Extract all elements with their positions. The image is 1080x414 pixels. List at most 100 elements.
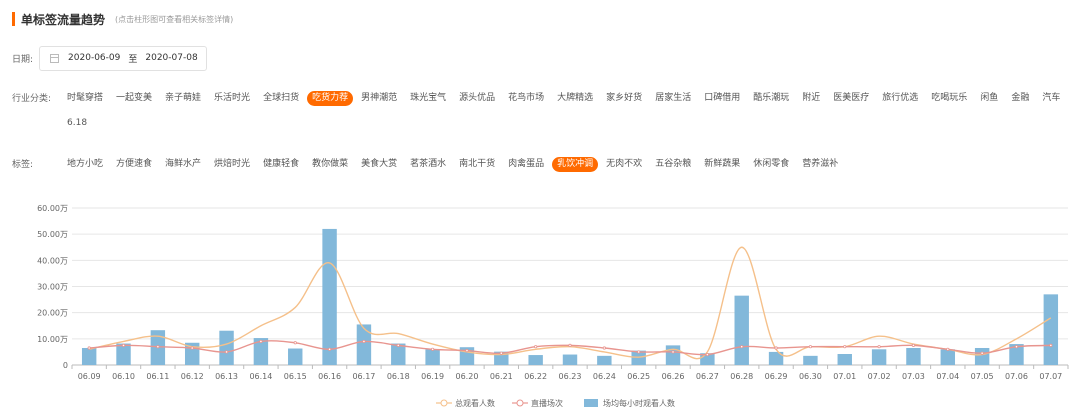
bar[interactable] bbox=[1043, 294, 1059, 365]
x-tick-label: 06.29 bbox=[765, 372, 788, 381]
bar[interactable] bbox=[219, 330, 234, 365]
industry-chip[interactable]: 旅行优选 bbox=[877, 91, 923, 106]
bar[interactable] bbox=[940, 349, 956, 365]
x-tick-label: 06.27 bbox=[696, 372, 719, 381]
series-line-total-viewers bbox=[89, 246, 1052, 360]
industry-chip[interactable]: 吃货力荐 bbox=[307, 91, 354, 106]
legend-label[interactable]: 直播场次 bbox=[531, 398, 563, 408]
date-separator: 至 bbox=[128, 54, 138, 65]
bar[interactable] bbox=[288, 348, 303, 365]
bar[interactable] bbox=[871, 349, 887, 365]
line-point bbox=[224, 350, 229, 354]
industry-chip[interactable]: 亲子萌娃 bbox=[160, 91, 206, 106]
tag-chip-list: 地方小吃 方便速食 海鲜水产 烘焙时光 健康轻食 教你做菜 美食大赏 茗茶酒水 南北干货 肉禽蛋品… bbox=[62, 155, 1072, 180]
bar[interactable] bbox=[837, 354, 852, 365]
industry-chip[interactable]: 酷乐潮玩 bbox=[748, 91, 794, 106]
legend-label[interactable]: 总观看人数 bbox=[455, 398, 495, 408]
bar[interactable] bbox=[322, 228, 337, 365]
x-tick-label: 07.07 bbox=[1039, 372, 1062, 381]
industry-chip-list: 时髦穿搭 一起变美 亲子萌娃 乐活时光 全球扫货 吃货力荐 男神潮范 珠光宝气 源头优品 花鸟市场… bbox=[62, 89, 1072, 139]
industry-chip[interactable]: 附近 bbox=[797, 91, 825, 106]
tag-chip[interactable]: 乳饮冲调 bbox=[552, 157, 599, 172]
tag-chip[interactable]: 茗茶酒水 bbox=[405, 157, 451, 172]
industry-chip[interactable]: 金融 bbox=[1006, 91, 1034, 106]
industry-chip[interactable]: 大牌精选 bbox=[552, 91, 598, 106]
industry-chip[interactable]: 珠光宝气 bbox=[405, 91, 451, 106]
x-tick-label: 06.15 bbox=[284, 372, 307, 381]
tag-chip[interactable]: 营养滋补 bbox=[797, 157, 843, 172]
tag-chip[interactable]: 地方小吃 bbox=[62, 157, 108, 172]
industry-chip[interactable]: 口碑借用 bbox=[699, 91, 745, 106]
industry-chip[interactable]: 闲鱼 bbox=[975, 91, 1003, 106]
x-tick-label: 06.11 bbox=[146, 372, 169, 381]
bar[interactable] bbox=[734, 295, 749, 365]
x-tick-label: 06.22 bbox=[524, 372, 547, 381]
legend-label[interactable]: 场均每小时观看人数 bbox=[603, 398, 675, 408]
bar[interactable] bbox=[81, 347, 97, 365]
tag-chip[interactable]: 教你做菜 bbox=[307, 157, 353, 172]
industry-chip[interactable]: 居家生活 bbox=[650, 91, 696, 106]
x-tick-label: 07.04 bbox=[936, 372, 959, 381]
legend-marker bbox=[584, 399, 598, 407]
line-point bbox=[87, 346, 91, 350]
line-point bbox=[431, 347, 435, 351]
x-tick-label: 07.02 bbox=[868, 372, 891, 381]
industry-chip[interactable]: 乐活时光 bbox=[209, 91, 255, 106]
industry-chip[interactable]: 6.18 bbox=[62, 116, 92, 131]
industry-chip[interactable]: 源头优品 bbox=[454, 91, 500, 106]
tag-chip[interactable]: 肉禽蛋品 bbox=[503, 157, 549, 172]
page-title: 单标签流量趋势 bbox=[21, 12, 106, 27]
x-tick-label: 06.24 bbox=[593, 372, 616, 381]
date-label: 日期: bbox=[12, 54, 34, 65]
bar[interactable] bbox=[356, 324, 372, 365]
x-tick-label: 06.20 bbox=[456, 372, 479, 381]
page-subtitle: (点击柱形图可查看相关标签详情) bbox=[115, 14, 234, 24]
y-tick-label: 40.00万 bbox=[37, 256, 68, 265]
industry-chip[interactable]: 花鸟市场 bbox=[503, 91, 549, 106]
line-point bbox=[293, 341, 297, 345]
tag-chip[interactable]: 海鲜水产 bbox=[160, 157, 206, 172]
bar[interactable] bbox=[528, 355, 543, 365]
date-end: 2020-07-08 bbox=[145, 53, 198, 63]
line-point bbox=[1049, 343, 1053, 347]
line-point bbox=[396, 343, 400, 347]
tag-chip[interactable]: 方便速食 bbox=[111, 157, 157, 172]
industry-chip[interactable]: 汽车 bbox=[1037, 91, 1065, 106]
tag-chip[interactable]: 健康轻食 bbox=[258, 157, 304, 172]
y-tick-label: 50.00万 bbox=[37, 230, 68, 239]
x-tick-label: 06.09 bbox=[78, 372, 101, 381]
line-point bbox=[980, 351, 984, 355]
industry-chip[interactable]: 时髦穿搭 bbox=[62, 91, 108, 106]
tag-chip[interactable]: 五谷杂粮 bbox=[650, 157, 696, 172]
bar[interactable] bbox=[562, 354, 578, 365]
bar[interactable] bbox=[425, 349, 440, 365]
x-tick-label: 06.23 bbox=[559, 372, 582, 381]
y-tick-label: 30.00万 bbox=[37, 283, 68, 292]
tag-chip[interactable]: 新鲜蔬果 bbox=[699, 157, 745, 172]
bar[interactable] bbox=[665, 345, 681, 365]
bar[interactable] bbox=[906, 347, 921, 365]
tag-chip[interactable]: 无肉不欢 bbox=[601, 157, 647, 172]
industry-chip[interactable]: 男神潮范 bbox=[356, 91, 402, 106]
date-range-picker[interactable]: 2020-06-09 至 2020-07-08 bbox=[39, 45, 208, 71]
tag-chip[interactable]: 美食大赏 bbox=[356, 157, 402, 172]
date-filter: 日期: 2020-06-09 至 2020-07-08 bbox=[12, 45, 208, 71]
tag-chip[interactable]: 烘焙时光 bbox=[209, 157, 255, 172]
tag-chip[interactable]: 休闲零食 bbox=[748, 157, 794, 172]
bar[interactable] bbox=[597, 355, 612, 365]
line-point bbox=[808, 345, 813, 349]
line-point bbox=[534, 345, 538, 349]
x-tick-label: 06.14 bbox=[249, 372, 272, 381]
industry-chip[interactable]: 一起变美 bbox=[111, 91, 157, 106]
bar[interactable] bbox=[974, 347, 990, 365]
line-point bbox=[946, 347, 950, 351]
industry-chip[interactable]: 吃喝玩乐 bbox=[926, 91, 972, 106]
x-tick-label: 07.01 bbox=[833, 372, 856, 381]
industry-chip[interactable]: 家乡好货 bbox=[601, 91, 647, 106]
title-accent-bar bbox=[12, 12, 15, 26]
tag-chip[interactable]: 南北干货 bbox=[454, 157, 500, 172]
bar[interactable] bbox=[803, 355, 818, 365]
industry-chip[interactable]: 全球扫货 bbox=[258, 91, 304, 106]
industry-chip[interactable]: 医美医疗 bbox=[828, 91, 874, 106]
x-tick-label: 06.28 bbox=[730, 372, 753, 381]
